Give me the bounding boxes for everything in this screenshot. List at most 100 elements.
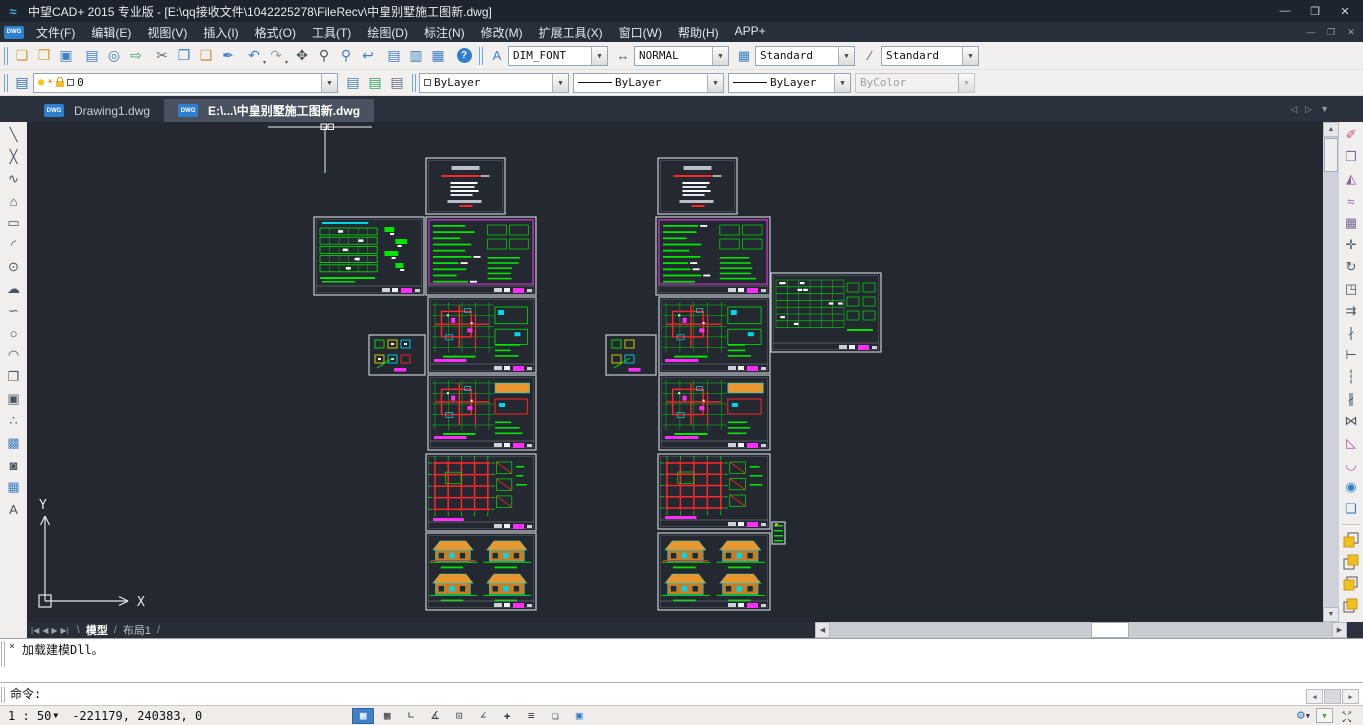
- construction-line-tool[interactable]: ╳: [3, 146, 25, 168]
- scale-tool[interactable]: ◳: [1340, 278, 1362, 300]
- sheet-elev-left[interactable]: [426, 533, 536, 610]
- doc-tab-0[interactable]: DWGDrawing1.dwg: [30, 99, 164, 122]
- point-tool[interactable]: ∴: [3, 410, 25, 432]
- sheet-elev-right[interactable]: [658, 533, 770, 610]
- make-block-tool[interactable]: ▣: [3, 388, 25, 410]
- zoom-realtime-icon[interactable]: ⚲: [313, 45, 335, 67]
- command-line-panel[interactable]: × 加载建模Dll。 命令: ◀ ▶: [0, 638, 1363, 705]
- region-tool[interactable]: ◙: [3, 454, 25, 476]
- scroll-down-icon[interactable]: ▼: [1323, 607, 1339, 622]
- layer-combo-dropdown-icon[interactable]: ▼: [321, 74, 337, 92]
- menu-item-3[interactable]: 插入(I): [195, 22, 246, 43]
- mdi-restore-button[interactable]: ❐: [1323, 25, 1339, 39]
- command-scroll-thumb[interactable]: [1324, 689, 1341, 704]
- make-object-layer-current-icon[interactable]: ▤: [342, 72, 364, 94]
- sheet-plan-left-2[interactable]: [428, 375, 536, 450]
- sheet-details-right[interactable]: [606, 335, 656, 375]
- lineweight-combo[interactable]: ByLayer▼: [728, 73, 851, 93]
- array-tool[interactable]: ▦: [1340, 212, 1362, 234]
- sheet-struct-right[interactable]: [658, 454, 770, 529]
- sheet-cover-right[interactable]: [658, 158, 737, 214]
- properties-palette-icon[interactable]: ▤: [383, 45, 405, 67]
- dyn-input-toggle[interactable]: ✚: [496, 708, 518, 724]
- polar-toggle[interactable]: ∡: [424, 708, 446, 724]
- menu-item-7[interactable]: 标注(N): [416, 22, 473, 43]
- fullscreen-icon[interactable]: ↖↗↙↘: [1339, 709, 1355, 723]
- lineweight-toggle[interactable]: ≡: [520, 708, 542, 724]
- menu-item-11[interactable]: 帮助(H): [670, 22, 727, 43]
- text-style-combo[interactable]: DIM_FONT▼: [508, 46, 608, 66]
- sheet-detail-tiny-right[interactable]: [772, 522, 785, 544]
- mleader-style-combo-dropdown-icon[interactable]: ▼: [962, 47, 978, 65]
- ellipse-arc-tool[interactable]: ◠: [3, 344, 25, 366]
- eprint-icon[interactable]: ⇨: [125, 45, 147, 67]
- layer-combo[interactable]: ●☀0▼: [33, 73, 338, 93]
- canvas-vertical-scrollbar[interactable]: ▲ ▼: [1323, 122, 1339, 622]
- minimize-button[interactable]: —: [1271, 2, 1299, 20]
- tab-scroll-left-icon[interactable]: ◁: [1290, 104, 1297, 115]
- doc-tab-1[interactable]: DWGE:\...\中皇别墅施工图新.dwg: [164, 99, 374, 122]
- save-icon[interactable]: ▣: [55, 45, 77, 67]
- undo-icon[interactable]: ↶▾: [243, 45, 265, 67]
- layer-properties-icon[interactable]: ▤: [11, 72, 33, 94]
- dim-style-combo[interactable]: NORMAL▼: [634, 46, 729, 66]
- otrack-toggle[interactable]: ∠: [472, 708, 494, 724]
- snap-toggle[interactable]: ▦: [352, 708, 374, 724]
- table-tool[interactable]: ▦: [3, 476, 25, 498]
- selected-line-entity[interactable]: [268, 124, 372, 173]
- next-layout-icon[interactable]: ▶: [51, 626, 57, 635]
- restore-button[interactable]: ❐: [1301, 2, 1329, 20]
- block-editor-tool[interactable]: ❏: [1340, 498, 1362, 520]
- drawing-canvas[interactable]: XY: [27, 122, 1323, 622]
- print-preview-icon[interactable]: ◎: [103, 45, 125, 67]
- mleader-style-combo[interactable]: Standard▼: [881, 46, 979, 66]
- bring-to-front-tool[interactable]: [1340, 529, 1362, 551]
- sheet-cover-left[interactable]: [426, 158, 505, 214]
- sheet-details-left[interactable]: [369, 335, 425, 375]
- spline-tool[interactable]: ∽: [3, 300, 25, 322]
- command-prompt-grip[interactable]: [1, 687, 5, 703]
- help-button[interactable]: ?: [453, 45, 475, 67]
- menu-item-10[interactable]: 窗口(W): [611, 22, 670, 43]
- ortho-toggle[interactable]: ∟: [400, 708, 422, 724]
- color-combo-dropdown-icon[interactable]: ▼: [552, 74, 568, 92]
- ellipse-tool[interactable]: ○: [3, 322, 25, 344]
- print-icon[interactable]: ▤: [81, 45, 103, 67]
- chamfer-tool[interactable]: ◺: [1340, 432, 1362, 454]
- menu-item-2[interactable]: 视图(V): [139, 22, 195, 43]
- trim-tool[interactable]: ∤: [1340, 322, 1362, 344]
- tab-scroll-right-icon[interactable]: ▷: [1305, 104, 1312, 115]
- menu-item-6[interactable]: 绘图(D): [359, 22, 416, 43]
- close-button[interactable]: ✕: [1331, 2, 1359, 20]
- break-at-point-tool[interactable]: ┆: [1340, 366, 1362, 388]
- stretch-tool[interactable]: ⇉: [1340, 300, 1362, 322]
- layout-tab-模型[interactable]: 模型: [80, 622, 114, 638]
- grid-toggle[interactable]: ▦: [376, 708, 398, 724]
- canvas-horizontal-scrollbar[interactable]: ◀ ▶: [815, 622, 1347, 638]
- zoom-previous-icon[interactable]: ↩: [357, 45, 379, 67]
- vertical-scroll-track[interactable]: [1323, 173, 1339, 607]
- model-space-toggle[interactable]: ❏: [544, 708, 566, 724]
- move-tool[interactable]: ✛: [1340, 234, 1362, 256]
- menu-item-0[interactable]: 文件(F): [28, 22, 83, 43]
- mtext-tool[interactable]: A: [3, 498, 25, 520]
- sheet-schedule-left[interactable]: [314, 217, 424, 295]
- sheet-schedule-right[interactable]: [771, 273, 881, 352]
- sheet-plan-right-1[interactable]: [659, 297, 770, 373]
- menu-item-4[interactable]: 格式(O): [247, 22, 304, 43]
- break-tool[interactable]: ∦: [1340, 388, 1362, 410]
- match-properties-icon[interactable]: ✒: [217, 45, 239, 67]
- layout-tab-布局1[interactable]: 布局1: [117, 622, 157, 638]
- join-tool[interactable]: ⋈: [1340, 410, 1362, 432]
- command-scroll-left-icon[interactable]: ◀: [1306, 689, 1323, 704]
- table-style-combo[interactable]: Standard▼: [755, 46, 855, 66]
- command-panel-grip[interactable]: [1, 641, 5, 667]
- menu-item-5[interactable]: 工具(T): [304, 22, 359, 43]
- redo-icon[interactable]: ↷▾: [265, 45, 287, 67]
- prev-layout-icon[interactable]: ◀: [42, 626, 48, 635]
- tool-palettes-icon[interactable]: ▦: [427, 45, 449, 67]
- menu-item-9[interactable]: 扩展工具(X): [531, 22, 611, 43]
- pan-icon[interactable]: ✥: [291, 45, 313, 67]
- extend-tool[interactable]: ⊢: [1340, 344, 1362, 366]
- annotation-toggle[interactable]: ▣: [568, 708, 590, 724]
